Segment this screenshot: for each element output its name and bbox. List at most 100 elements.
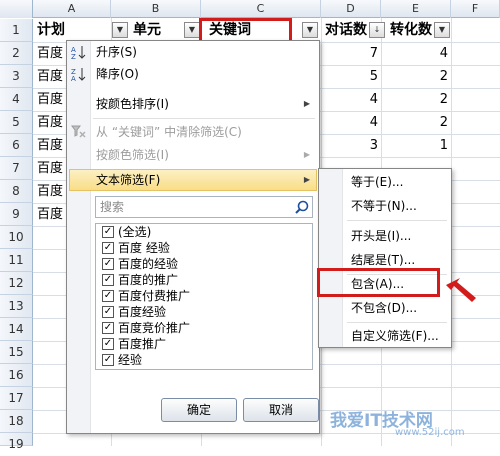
filter-dropdown-menu: A Z 升序(S) Z A 降序(O) 按颜色排序(I) ▶ 从 “关键词” 中… <box>66 40 320 434</box>
submenu-equals[interactable]: 等于(E)... <box>351 171 403 193</box>
checkbox-item[interactable]: ✓ <box>102 306 114 318</box>
cell-d5[interactable]: 4 <box>318 111 378 134</box>
column-header-f[interactable]: F <box>451 0 500 18</box>
submenu-arrow-icon: ▶ <box>303 175 310 184</box>
checkbox-item[interactable]: ✓ <box>102 274 114 286</box>
submenu-icon-column <box>319 169 343 347</box>
filter-item[interactable]: 百度推广 <box>118 336 166 352</box>
filter-values-list: ✓ (全选) ✓ 百度 经验 ✓ 百度的经验 ✓ 百度的推广 ✓ 百度付费推广 … <box>95 223 313 370</box>
menu-clear-filter: 从 “关键词” 中清除筛选(C) <box>96 125 242 139</box>
checkbox-item[interactable]: ✓ <box>102 354 114 366</box>
cell-e6[interactable]: 1 <box>388 134 448 157</box>
filter-dropdown-a[interactable]: ▼ <box>112 22 128 38</box>
menu-text-filter[interactable]: 文本筛选(F) <box>96 169 160 191</box>
cancel-button[interactable]: 取消 <box>243 398 319 422</box>
cell-a5[interactable]: 百度 <box>34 111 63 134</box>
row-header[interactable]: 6 <box>0 134 33 157</box>
submenu-not-equals[interactable]: 不等于(N)... <box>351 195 417 217</box>
row-header[interactable]: 4 <box>0 88 33 111</box>
cell-a3[interactable]: 百度 <box>34 65 63 88</box>
header-cell-conversions[interactable]: 转化数 <box>387 19 432 42</box>
svg-text:Z: Z <box>71 53 76 60</box>
header-cell-plan[interactable]: 计划 <box>34 19 65 42</box>
row-header[interactable]: 9 <box>0 203 33 226</box>
cell-a4[interactable]: 百度 <box>34 88 63 111</box>
filter-item[interactable]: 百度的推广 <box>118 272 178 288</box>
header-cell-unit[interactable]: 单元 <box>130 19 161 42</box>
sort-indicator-d[interactable]: ↓ <box>369 22 385 38</box>
row-header[interactable]: 10 <box>0 226 33 249</box>
cell-e3[interactable]: 2 <box>388 65 448 88</box>
column-header-c[interactable]: C <box>201 0 321 18</box>
row-header[interactable]: 2 <box>0 42 33 65</box>
checkbox-item[interactable]: ✓ <box>102 322 114 334</box>
search-icon <box>295 200 309 214</box>
cell-d2[interactable]: 7 <box>318 42 378 65</box>
menu-sort-descending[interactable]: 降序(O) <box>96 63 139 85</box>
filter-item[interactable]: 百度竞价推广 <box>118 320 190 336</box>
header-cell-dialogs[interactable]: 对话数 <box>322 19 367 42</box>
sort-descending-icon: Z A <box>71 68 86 82</box>
column-header-a[interactable]: A <box>33 0 111 18</box>
row-header[interactable]: 1 <box>0 19 33 42</box>
checkbox-item[interactable]: ✓ <box>102 290 114 302</box>
row-header[interactable]: 8 <box>0 180 33 203</box>
filter-item[interactable]: 百度的经验 <box>118 256 178 272</box>
submenu-separator <box>347 322 447 323</box>
row-header[interactable]: 18 <box>0 410 33 433</box>
row-header[interactable]: 13 <box>0 295 33 318</box>
submenu-not-contains[interactable]: 不包含(D)... <box>351 297 417 319</box>
submenu-arrow-icon: ▶ <box>303 99 310 108</box>
row-header[interactable]: 17 <box>0 387 33 410</box>
filter-item[interactable]: 百度付费推广 <box>118 288 190 304</box>
cell-a6[interactable]: 百度 <box>34 134 63 157</box>
cell-d6[interactable]: 3 <box>318 134 378 157</box>
submenu-custom-filter[interactable]: 自定义筛选(F)... <box>351 325 439 347</box>
text-filter-submenu: 等于(E)... 不等于(N)... 开头是(I)... 结尾是(T)... 包… <box>318 168 452 348</box>
select-all-corner[interactable] <box>0 0 33 18</box>
row-header[interactable]: 3 <box>0 65 33 88</box>
highlight-contains-option <box>317 268 440 297</box>
clear-filter-icon <box>71 125 86 138</box>
cell-e4[interactable]: 2 <box>388 88 448 111</box>
checkbox-item[interactable]: ✓ <box>102 242 114 254</box>
ok-button[interactable]: 确定 <box>161 398 237 422</box>
menu-icon-column <box>67 41 91 433</box>
row-header[interactable]: 16 <box>0 364 33 387</box>
filter-dropdown-e[interactable]: ▼ <box>434 22 450 38</box>
filter-dropdown-c[interactable]: ▼ <box>302 22 318 38</box>
column-header-d[interactable]: D <box>321 0 381 18</box>
menu-sort-ascending[interactable]: 升序(S) <box>96 41 137 63</box>
row-header[interactable]: 19 <box>0 433 33 451</box>
checkbox-item[interactable]: ✓ <box>102 338 114 350</box>
checkbox-item[interactable]: ✓ <box>102 258 114 270</box>
cell-a9[interactable]: 百度 <box>34 203 63 226</box>
cell-a7[interactable]: 百度 <box>34 157 63 180</box>
filter-dropdown-b[interactable]: ▼ <box>184 22 200 38</box>
cell-e5[interactable]: 2 <box>388 111 448 134</box>
submenu-separator <box>347 220 447 221</box>
row-header[interactable]: 15 <box>0 341 33 364</box>
column-header-e[interactable]: E <box>381 0 451 18</box>
submenu-begins-with[interactable]: 开头是(I)... <box>351 225 411 247</box>
filter-item[interactable]: 百度 经验 <box>118 240 170 256</box>
cell-d3[interactable]: 5 <box>318 65 378 88</box>
filter-item[interactable]: 百度经验 <box>118 304 166 320</box>
filter-search-input[interactable]: 搜索 <box>95 196 313 218</box>
filter-item-select-all[interactable]: (全选) <box>118 224 151 240</box>
cell-d4[interactable]: 4 <box>318 88 378 111</box>
row-header[interactable]: 7 <box>0 157 33 180</box>
checkbox-select-all[interactable]: ✓ <box>102 226 114 238</box>
cell-a8[interactable]: 百度 <box>34 180 63 203</box>
cell-e2[interactable]: 4 <box>388 42 448 65</box>
row-header[interactable]: 11 <box>0 249 33 272</box>
cell-a2[interactable]: 百度 <box>34 42 63 65</box>
menu-sort-by-color[interactable]: 按颜色排序(I) <box>96 93 169 115</box>
row-header[interactable]: 14 <box>0 318 33 341</box>
filter-item[interactable]: 经验 <box>118 352 142 368</box>
column-header-b[interactable]: B <box>111 0 201 18</box>
sort-ascending-icon: A Z <box>71 46 86 60</box>
svg-text:A: A <box>71 75 76 82</box>
row-header[interactable]: 12 <box>0 272 33 295</box>
row-header[interactable]: 5 <box>0 111 33 134</box>
